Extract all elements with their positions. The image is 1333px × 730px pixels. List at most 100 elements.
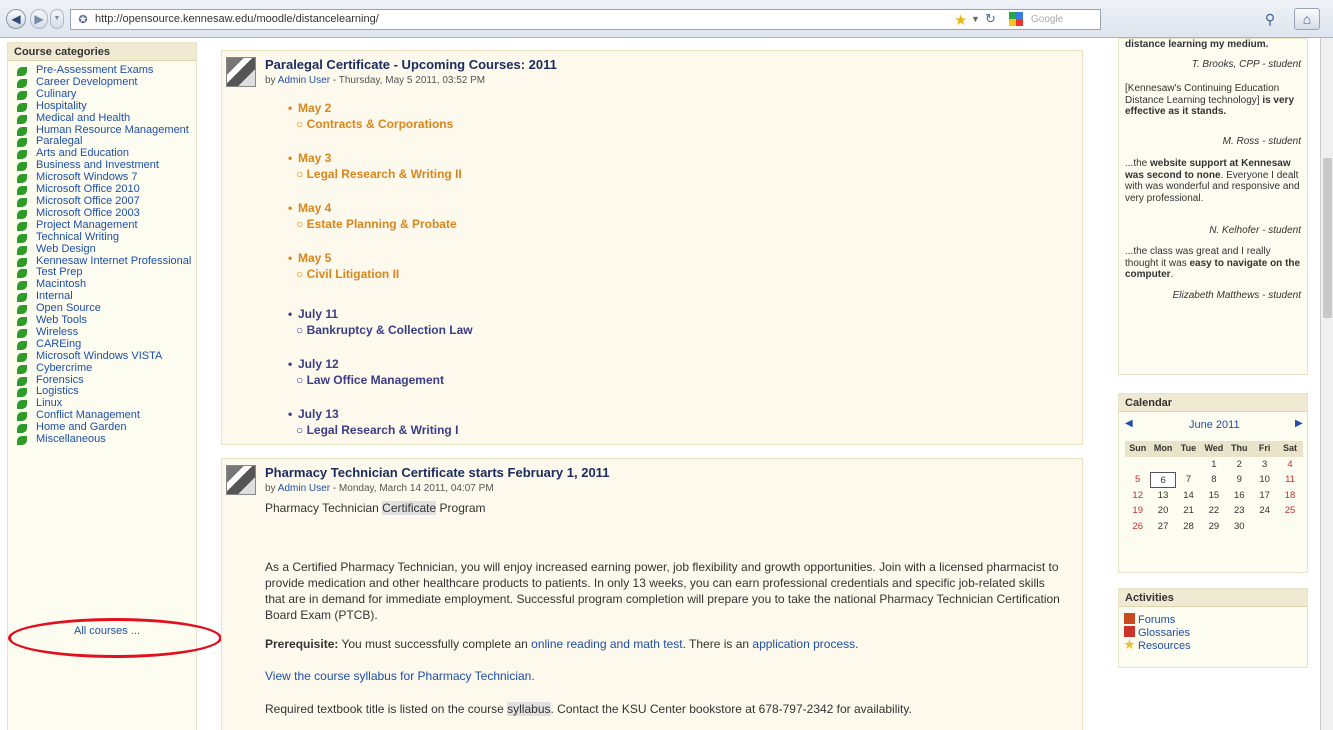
schedule-course-item[interactable]: ○ Estate Planning & Probate	[296, 217, 457, 231]
calendar-day[interactable]: 27	[1150, 519, 1175, 535]
schedule-date: May 3	[298, 151, 332, 165]
calendar-day[interactable]: 17	[1252, 488, 1277, 504]
calendar-day[interactable]: 5	[1125, 472, 1150, 488]
prerequisite-text: You must successfully complete an	[338, 637, 532, 651]
calendar-day[interactable]: 19	[1125, 503, 1150, 519]
category-label: Microsoft Windows 7	[36, 171, 138, 184]
calendar-month[interactable]: June 2011	[1189, 419, 1240, 431]
textbook-text: Required textbook title is listed on the…	[265, 702, 508, 716]
vertical-scrollbar[interactable]	[1320, 38, 1333, 730]
schedule-course-item[interactable]: ○ Bankruptcy & Collection Law	[296, 323, 473, 337]
category-leaf-icon	[17, 400, 27, 410]
syllabus-link[interactable]: View the course syllabus for Pharmacy Te…	[265, 669, 535, 683]
calendar-day[interactable]: 7	[1176, 472, 1201, 488]
calendar-grid: Sun Mon Tue Wed Thu Fri Sat 1 2 3 4 5 6 7 8 9 10 11 12 13 14…	[1125, 441, 1303, 534]
category-label: Web Tools	[36, 314, 87, 327]
schedule-course-item[interactable]: ○ Legal Research & Writing II	[296, 167, 462, 181]
resources-icon	[1124, 639, 1135, 650]
calendar-day[interactable]: 11	[1277, 472, 1302, 488]
category-leaf-icon	[17, 293, 27, 303]
calendar-weekday-row: Sun Mon Tue Wed Thu Fri Sat	[1125, 441, 1303, 457]
sub-bullet: ○	[296, 167, 307, 181]
category-label: Open Source	[36, 302, 101, 315]
schedule-date: May 5	[298, 251, 332, 265]
sub-bullet: ○	[296, 117, 307, 131]
home-button[interactable]: ⌂	[1294, 8, 1320, 30]
calendar-day[interactable]: 2	[1227, 457, 1252, 473]
post-title: Paralegal Certificate - Upcoming Courses…	[265, 57, 557, 72]
calendar-day[interactable]: 30	[1227, 519, 1252, 535]
calendar-day[interactable]: 8	[1201, 472, 1226, 488]
forward-button[interactable]: ▶	[30, 9, 48, 29]
search-field[interactable]: Google	[1031, 14, 1063, 25]
reload-icon[interactable]: ↻	[985, 11, 1001, 27]
category-leaf-icon	[17, 78, 27, 88]
address-bar[interactable]: ✪ http://opensource.kennesaw.edu/moodle/…	[70, 9, 1101, 30]
calendar-day[interactable]: 26	[1125, 519, 1150, 535]
calendar-day[interactable]: 28	[1176, 519, 1201, 535]
category-label: Career Development	[36, 75, 138, 88]
calendar-day[interactable]: 24	[1252, 503, 1277, 519]
prerequisite-end: .	[855, 637, 859, 651]
quote-plain: [Kennesaw's Continuing Education Distanc…	[1125, 83, 1280, 106]
category-label: Pre-Assessment Exams	[36, 64, 154, 76]
avatar[interactable]	[226, 57, 256, 87]
prerequisite-label: Prerequisite:	[265, 637, 339, 651]
calendar-day[interactable]: 29	[1201, 519, 1226, 535]
calendar-day[interactable]: 23	[1227, 503, 1252, 519]
calendar-day[interactable]: 20	[1150, 503, 1175, 519]
back-button[interactable]: ◀	[6, 9, 26, 29]
category-label: Arts and Education	[36, 147, 129, 160]
category-leaf-icon	[17, 162, 27, 172]
author-link[interactable]: Admin User	[278, 483, 330, 494]
calendar-day[interactable]: 3	[1252, 457, 1277, 473]
quote-plain: ...the	[1125, 158, 1151, 169]
calendar-day[interactable]: 4	[1277, 457, 1302, 473]
category-item[interactable]: Miscellaneous	[14, 433, 196, 446]
prev-month-icon[interactable]: ◀	[1125, 418, 1133, 429]
byline-prefix: by	[265, 483, 278, 494]
search-magnifier-icon[interactable]: ⚲	[1261, 11, 1279, 29]
schedule-course-item[interactable]: ○ Legal Research & Writing I	[296, 423, 458, 437]
sub-bullet: ○	[296, 323, 307, 337]
category-label: Cybercrime	[36, 361, 93, 374]
calendar-day[interactable]: 10	[1252, 472, 1277, 488]
calendar-header: Calendar	[1119, 394, 1307, 412]
calendar-day[interactable]: 12	[1125, 488, 1150, 504]
calendar-day[interactable]: 9	[1227, 472, 1252, 488]
category-leaf-icon	[17, 376, 27, 386]
application-process-link[interactable]: application process	[752, 637, 855, 651]
reading-math-test-link[interactable]: online reading and math test	[531, 637, 682, 651]
scrollbar-thumb[interactable]	[1323, 158, 1332, 318]
schedule-course-item[interactable]: ○ Law Office Management	[296, 373, 444, 387]
schedule-course: Legal Research & Writing II	[306, 167, 462, 181]
author-link[interactable]: Admin User	[278, 75, 330, 86]
forums-link[interactable]: Forums	[1124, 613, 1175, 626]
calendar-day[interactable]: 21	[1176, 503, 1201, 519]
category-list: Pre-Assessment Exams Career Development Cu…	[8, 61, 196, 446]
category-label: Macintosh	[36, 278, 87, 291]
bookmark-star-icon[interactable]: ★	[954, 11, 967, 29]
avatar[interactable]	[226, 465, 256, 495]
calendar-day[interactable]: 13	[1150, 488, 1175, 504]
calendar-day[interactable]: 6	[1150, 472, 1176, 488]
calendar-day[interactable]: 25	[1277, 503, 1302, 519]
calendar-day[interactable]: 22	[1201, 503, 1226, 519]
url-dropdown-icon[interactable]: ▼	[971, 14, 980, 24]
calendar-day[interactable]: 1	[1201, 457, 1226, 473]
resources-link[interactable]: Resources	[1124, 639, 1191, 652]
category-label: Microsoft Office 2010	[36, 183, 140, 196]
calendar-day[interactable]: 18	[1277, 488, 1302, 504]
history-dropdown-button[interactable]: ▼	[50, 9, 64, 29]
address-url[interactable]: http://opensource.kennesaw.edu/moodle/di…	[95, 13, 379, 25]
calendar-day[interactable]: 14	[1176, 488, 1201, 504]
glossaries-link[interactable]: Glossaries	[1124, 626, 1190, 639]
calendar-day[interactable]: 16	[1227, 488, 1252, 504]
forum-post-paralegal: Paralegal Certificate - Upcoming Courses…	[221, 50, 1083, 487]
schedule-course-item[interactable]: ○ Civil Litigation II	[296, 267, 399, 281]
schedule-course-item[interactable]: ○ Contracts & Corporations	[296, 117, 453, 131]
next-month-icon[interactable]: ▶	[1295, 418, 1303, 429]
calendar-day[interactable]: 15	[1201, 488, 1226, 504]
google-search-engine-icon[interactable]	[1009, 12, 1023, 26]
post-date: - Monday, March 14 2011, 04:07 PM	[330, 483, 494, 494]
